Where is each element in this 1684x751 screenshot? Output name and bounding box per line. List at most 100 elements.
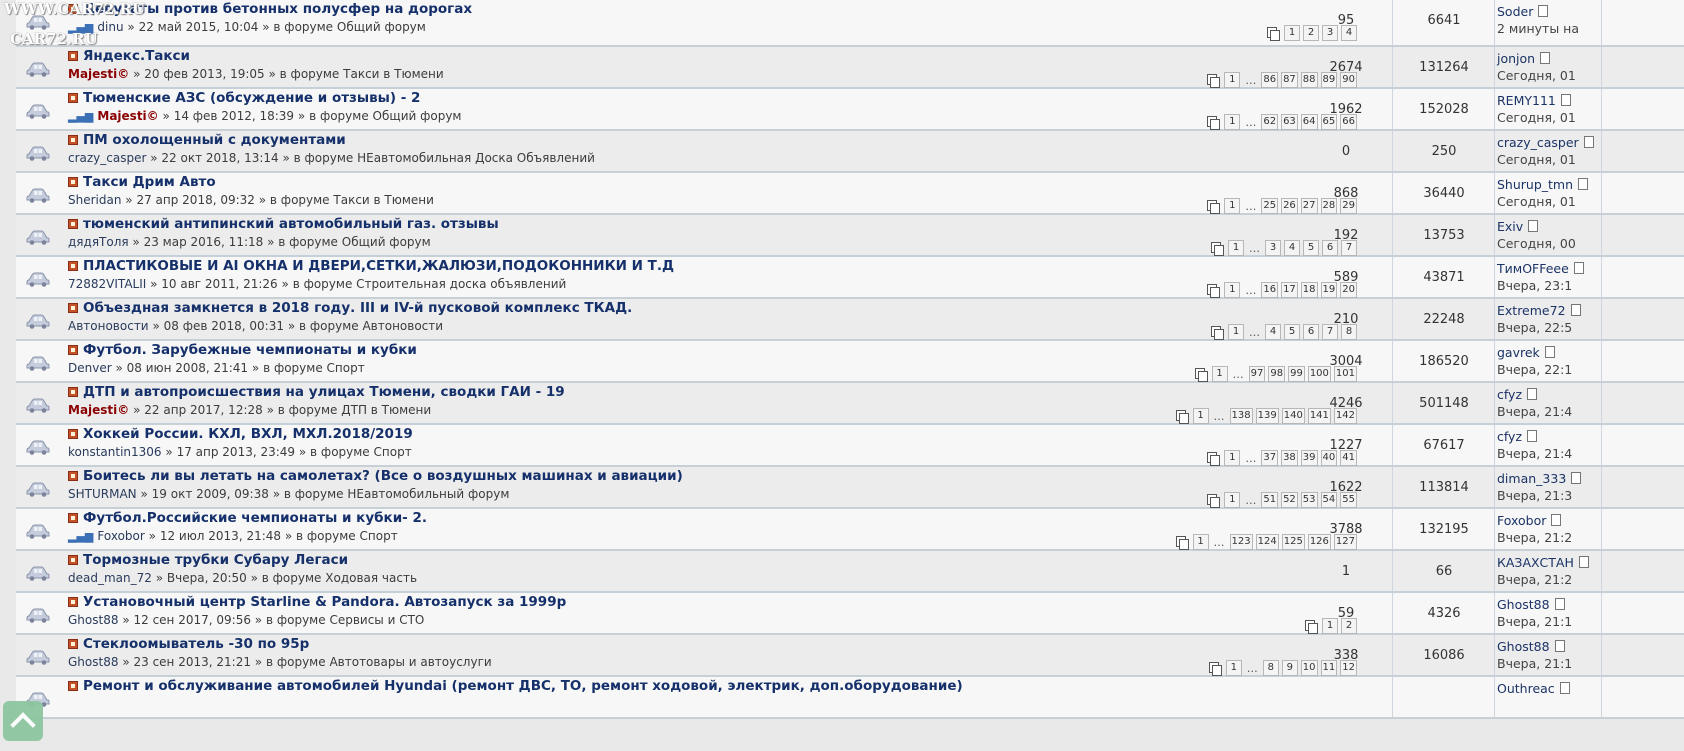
- page-link[interactable]: 1: [1224, 114, 1241, 130]
- last-post-user-link[interactable]: КАЗАХСТАН: [1497, 555, 1589, 570]
- page-link[interactable]: 1: [1224, 450, 1241, 466]
- topic-author-link[interactable]: 72882VITALII: [68, 277, 146, 291]
- topic-author-link[interactable]: SHTURMAN: [68, 487, 137, 501]
- page-link[interactable]: 1: [1211, 366, 1228, 382]
- forum-link[interactable]: Общий форум: [373, 109, 462, 123]
- page-link[interactable]: 138: [1229, 408, 1253, 424]
- topic-title[interactable]: Тормозные трубки Субару Легаси: [83, 552, 348, 568]
- topic-title-link[interactable]: ПМ охолощенный с документами: [68, 132, 346, 148]
- topic-title-link[interactable]: Футбол. Зарубежные чемпионаты и кубки: [68, 342, 417, 358]
- page-link[interactable]: 1: [1228, 324, 1244, 340]
- last-post-user-link[interactable]: jonjon: [1497, 51, 1550, 66]
- forum-link[interactable]: Автотовары и автоуслуги: [329, 655, 491, 669]
- topic-title-link[interactable]: Ремонт и обслуживание автомобилей Hyunda…: [68, 678, 963, 694]
- topic-author-link[interactable]: Автоновости: [68, 319, 149, 333]
- topic-title[interactable]: Хоккей России. КХЛ, ВХЛ, МХЛ.2018/2019: [83, 426, 413, 442]
- page-link[interactable]: 1: [1224, 282, 1241, 298]
- topic-author-link[interactable]: Foxobor: [97, 529, 144, 543]
- page-link[interactable]: 16: [1261, 282, 1279, 298]
- last-post-user-link[interactable]: ТимOFFeee: [1497, 261, 1584, 276]
- page-link[interactable]: 1: [1224, 492, 1241, 508]
- topic-title[interactable]: Футбол.Российские чемпионаты и кубки- 2.: [83, 510, 427, 526]
- last-post-user-link[interactable]: Foxobor: [1497, 513, 1561, 528]
- last-post-user-link[interactable]: diman_333: [1497, 471, 1581, 486]
- last-post-user-link[interactable]: Extreme72: [1497, 303, 1581, 318]
- last-post-user-link[interactable]: cfyz: [1497, 429, 1537, 444]
- topic-title-link[interactable]: ДТП и автопроисшествия на улицах Тюмени,…: [68, 384, 565, 400]
- page-link[interactable]: 86: [1261, 72, 1279, 88]
- topic-title[interactable]: Тюменские АЗС (обсуждение и отзывы) - 2: [83, 90, 420, 106]
- topic-author-link[interactable]: Majesti©: [68, 67, 129, 81]
- topic-title[interactable]: Ремонт и обслуживание автомобилей Hyunda…: [83, 678, 963, 694]
- topic-title-link[interactable]: ПЛАСТИКОВЫЕ И AI ОКНА И ДВЕРИ,СЕТКИ,ЖАЛЮ…: [68, 258, 674, 274]
- last-post-user-link[interactable]: cfyz: [1497, 387, 1537, 402]
- topic-title[interactable]: тюменский антипинский автомобильный газ.…: [83, 216, 499, 232]
- forum-link[interactable]: Сервисы и СТО: [329, 613, 424, 627]
- forum-link[interactable]: Общий форум: [337, 20, 426, 34]
- page-link[interactable]: 1: [1225, 660, 1242, 676]
- topic-title[interactable]: Футбол. Зарубежные чемпионаты и кубки: [83, 342, 417, 358]
- last-post-user-link[interactable]: REMY111: [1497, 93, 1571, 108]
- last-post-user-link[interactable]: Exiv: [1497, 219, 1538, 234]
- topic-title-link[interactable]: Хоккей России. КХЛ, ВХЛ, МХЛ.2018/2019: [68, 426, 413, 442]
- page-link[interactable]: 8: [1262, 660, 1279, 676]
- topic-title-link[interactable]: Боитесь ли вы летать на самолетах? (Все …: [68, 468, 683, 484]
- page-link[interactable]: 1: [1192, 534, 1209, 550]
- page-link[interactable]: 1: [1228, 240, 1244, 256]
- topic-title[interactable]: Установочный центр Starline & Pandora. А…: [83, 594, 566, 610]
- forum-link[interactable]: Спорт: [374, 445, 412, 459]
- page-link[interactable]: 62: [1261, 114, 1279, 130]
- topic-title-link[interactable]: Тюменские АЗС (обсуждение и отзывы) - 2: [68, 90, 420, 106]
- topic-author-link[interactable]: dinu: [97, 20, 123, 34]
- page-link[interactable]: 123: [1229, 534, 1253, 550]
- topic-author-link[interactable]: konstantin1306: [68, 445, 162, 459]
- topic-title-link[interactable]: Тормозные трубки Субару Легаси: [68, 552, 348, 568]
- topic-title[interactable]: ПЛАСТИКОВЫЕ И AI ОКНА И ДВЕРИ,СЕТКИ,ЖАЛЮ…: [83, 258, 674, 274]
- topic-title-link[interactable]: Объездная замкнется в 2018 году. III и I…: [68, 300, 632, 316]
- last-post-user-link[interactable]: gavrek: [1497, 345, 1555, 360]
- topic-title[interactable]: Боитесь ли вы летать на самолетах? (Все …: [83, 468, 683, 484]
- forum-link[interactable]: Такси в Тюмени: [333, 193, 434, 207]
- topic-title-link[interactable]: Футбол.Российские чемпионаты и кубки- 2.: [68, 510, 427, 526]
- topic-author-link[interactable]: Majesti©: [97, 109, 158, 123]
- last-post-user-link[interactable]: Ghost88: [1497, 597, 1565, 612]
- topic-title-link[interactable]: Такси Дрим Авто: [68, 174, 216, 190]
- page-link[interactable]: 98: [1268, 366, 1286, 382]
- topic-title-link[interactable]: Установочный центр Starline & Pandora. А…: [68, 594, 566, 610]
- page-link[interactable]: 4: [1265, 324, 1281, 340]
- forum-link[interactable]: Спорт: [360, 529, 398, 543]
- topic-title-link[interactable]: тюменский антипинский автомобильный газ.…: [68, 216, 499, 232]
- topic-author-link[interactable]: Ghost88: [68, 613, 118, 627]
- topic-title[interactable]: ПМ охолощенный с документами: [83, 132, 346, 148]
- topic-author-link[interactable]: dead_man_72: [68, 571, 152, 585]
- last-post-user-link[interactable]: Ghost88: [1497, 639, 1565, 654]
- forum-link[interactable]: Спорт: [327, 361, 365, 375]
- page-link[interactable]: 139: [1255, 408, 1279, 424]
- topic-author-link[interactable]: Denver: [68, 361, 112, 375]
- page-link[interactable]: 1: [1192, 408, 1209, 424]
- topic-title[interactable]: Такси Дрим Авто: [83, 174, 216, 190]
- topic-author-link[interactable]: дядяТоля: [68, 235, 129, 249]
- page-link[interactable]: 1: [1224, 198, 1241, 214]
- forum-link[interactable]: ДТП в Тюмени: [341, 403, 431, 417]
- page-link[interactable]: 124: [1255, 534, 1279, 550]
- page-link[interactable]: 37: [1261, 450, 1279, 466]
- topic-author-link[interactable]: Majesti©: [68, 403, 129, 417]
- topic-title-link[interactable]: Стеклоомыватель -30 по 95р: [68, 636, 309, 652]
- topic-title-link[interactable]: Яндекс.Такси: [68, 48, 190, 64]
- topic-author-link[interactable]: Sheridan: [68, 193, 121, 207]
- topic-title[interactable]: ДТП и автопроисшествия на улицах Тюмени,…: [83, 384, 565, 400]
- forum-link[interactable]: Строительная доска объявлений: [356, 277, 566, 291]
- page-link[interactable]: 1: [1224, 72, 1241, 88]
- page-link[interactable]: 97: [1248, 366, 1266, 382]
- page-link[interactable]: 3: [1265, 240, 1281, 256]
- forum-link[interactable]: Ходовая часть: [325, 571, 417, 585]
- forum-link[interactable]: НЕавтомобильный форум: [347, 487, 509, 501]
- scroll-to-top-button[interactable]: [3, 701, 43, 741]
- topic-title[interactable]: Яндекс.Такси: [83, 48, 190, 64]
- topic-title[interactable]: Стеклоомыватель -30 по 95р: [83, 636, 309, 652]
- forum-link[interactable]: Автоновости: [362, 319, 443, 333]
- last-post-user-link[interactable]: Soder: [1497, 4, 1548, 19]
- last-post-user-link[interactable]: Outhreac: [1497, 681, 1570, 696]
- page-link[interactable]: 51: [1261, 492, 1279, 508]
